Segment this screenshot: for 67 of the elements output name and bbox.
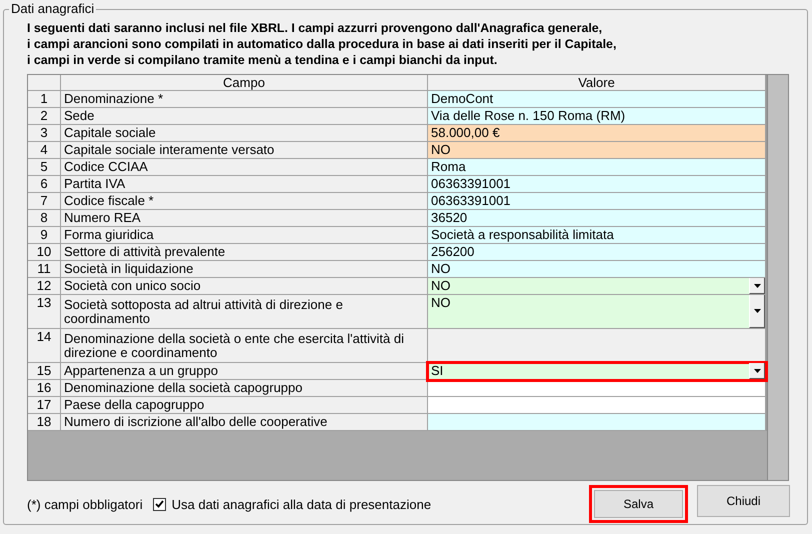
field-label: Denominazione della società capogruppo [61,380,428,397]
footnote: (*) campi obbligatori [27,496,143,512]
field-label: Società in liquidazione [61,261,428,278]
field-label: Numero REA [61,210,428,227]
row-number: 16 [28,380,61,397]
column-header: Campo [61,75,428,91]
field-label: Settore di attività prevalente [61,244,428,261]
dialog-button[interactable]: Salva [589,485,688,523]
field-label: Capitale sociale [61,125,428,142]
dropdown-button[interactable] [749,295,765,328]
field-label: Codice CCIAA [61,159,428,176]
field-label: Denominazione * [61,91,428,108]
dropdown-button[interactable] [749,363,765,379]
dropdown-field[interactable]: NO [428,278,766,295]
value-field[interactable]: Roma [428,159,766,176]
caret-icon [754,284,760,288]
field-label: Forma giuridica [61,227,428,244]
row-number: 4 [28,142,61,159]
field-label: Sede [61,108,428,125]
row-number: 11 [28,261,61,278]
value-field[interactable]: NO [428,261,766,278]
checkbox-label: Usa dati anagrafici alla data di presentazione [172,496,432,512]
group-title: Dati anagrafici [9,1,96,16]
value-field[interactable]: 06363391001 [428,176,766,193]
row-number: 15 [28,363,61,380]
value-field[interactable]: DemoCont [428,91,766,108]
row-number: 8 [28,210,61,227]
checkmark-icon [154,500,164,508]
row-number: 5 [28,159,61,176]
row-number: 18 [28,414,61,431]
row-number: 10 [28,244,61,261]
dialog-button[interactable]: Chiudi [697,485,790,517]
value-field[interactable]: 06363391001 [428,193,766,210]
row-number: 12 [28,278,61,295]
field-label: Capitale sociale interamente versato [61,142,428,159]
row-number: 1 [28,91,61,108]
row-number: 3 [28,125,61,142]
value-field[interactable] [428,414,766,431]
value-field[interactable]: Via delle Rose n. 150 Roma (RM) [428,108,766,125]
value-field[interactable]: NO [428,142,766,159]
field-label: Paese della capogruppo [61,397,428,414]
column-header: Valore [428,75,766,91]
field-label: Società con unico socio [61,278,428,295]
row-number: 2 [28,108,61,125]
row-number: 14 [28,329,61,363]
dropdown-field[interactable]: SI [428,363,766,380]
row-number: 6 [28,176,61,193]
field-label: Partita IVA [61,176,428,193]
row-number: 9 [28,227,61,244]
field-label: Numero di iscrizione all'albo delle cooperative [61,414,428,431]
intro-text: I seguenti dati saranno inclusi nel file XBRL. I campi azzurri provengono dall'Anagrafica generale, i campi arancioni sono compilati in automatico dalla procedura in base ai dati inseriti per il Capitale, i campi in verde si compilano tramite menù a tendina e i campi bianchi da input. [27,20,618,68]
value-field[interactable] [428,397,766,414]
checkbox[interactable] [152,498,166,510]
dropdown-field[interactable]: NO [428,295,766,329]
value-field[interactable]: 58.000,00 € [428,125,766,142]
caret-icon [754,309,760,313]
caret-icon [754,368,760,372]
value-field[interactable]: 36520 [428,210,766,227]
value-field[interactable]: Società a responsabilità limitata [428,227,766,244]
row-number: 17 [28,397,61,414]
field-label: Società sottoposta ad altrui attività di direzione e coordinamento [61,295,428,329]
field-label: Codice fiscale * [61,193,428,210]
row-number: 13 [28,295,61,329]
dropdown-button[interactable] [749,278,765,294]
field-label: Denominazione della società o ente che esercita l'attività di direzione e coordinamento [61,329,428,363]
value-field[interactable]: 256200 [428,244,766,261]
row-number: 7 [28,193,61,210]
